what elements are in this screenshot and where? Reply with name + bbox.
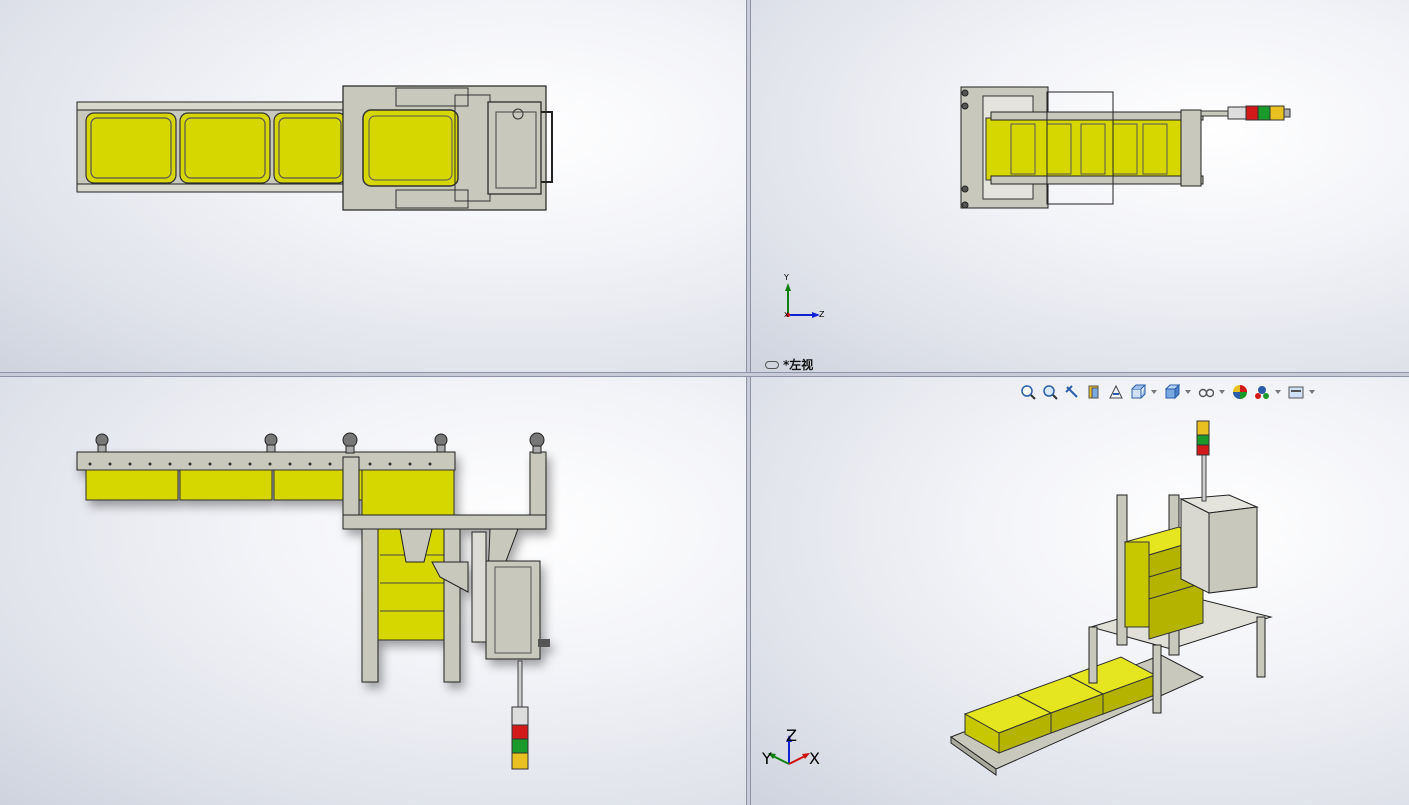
apply-scene-dropdown-icon[interactable] — [1275, 390, 1281, 394]
viewport-splitter-vertical[interactable] — [746, 0, 751, 805]
dynamic-annotation-icon[interactable] — [1107, 383, 1125, 401]
axis-label-z: Z — [819, 310, 825, 319]
zoom-to-area-icon[interactable] — [1041, 383, 1059, 401]
view-name-label[interactable]: *左视 — [765, 356, 813, 372]
viewport-splitter-horizontal[interactable] — [0, 372, 1409, 377]
heads-up-view-toolbar — [1019, 381, 1317, 403]
model-front-view — [76, 432, 550, 770]
view-settings-dropdown-icon[interactable] — [1309, 390, 1315, 394]
hide-show-items-icon[interactable] — [1197, 383, 1215, 401]
view-settings-icon[interactable] — [1287, 383, 1305, 401]
display-style-dropdown-icon[interactable] — [1185, 390, 1191, 394]
display-style-icon[interactable] — [1163, 383, 1181, 401]
hide-show-dropdown-icon[interactable] — [1219, 390, 1225, 394]
view-orientation-icon[interactable] — [1129, 383, 1147, 401]
link-views-icon[interactable] — [765, 360, 779, 369]
view-name-text: *左视 — [783, 358, 814, 372]
viewport-front-view[interactable] — [0, 377, 746, 805]
section-view-icon[interactable] — [1085, 383, 1103, 401]
axis-label-x: X — [784, 311, 789, 319]
axis-label-y: Y — [762, 749, 772, 768]
zoom-to-fit-icon[interactable] — [1019, 383, 1037, 401]
axis-triad — [785, 283, 820, 318]
apply-scene-icon[interactable] — [1253, 383, 1271, 401]
edit-appearance-icon[interactable] — [1231, 383, 1249, 401]
view-orientation-dropdown-icon[interactable] — [1151, 390, 1157, 394]
viewport-isometric-view[interactable]: Z Y X — [751, 377, 1409, 805]
axis-label-y: Y — [784, 273, 789, 282]
axis-label-z: Z — [786, 726, 797, 745]
viewport-top-view[interactable] — [0, 0, 746, 372]
model-top-view — [76, 85, 553, 211]
viewport-left-view[interactable]: Y X Z *左视 — [751, 0, 1409, 372]
model-isometric-view — [768, 420, 1273, 776]
conveyor-bins — [85, 112, 347, 184]
axis-label-x: X — [809, 749, 820, 768]
model-left-view — [785, 86, 1291, 318]
previous-view-icon[interactable] — [1063, 383, 1081, 401]
